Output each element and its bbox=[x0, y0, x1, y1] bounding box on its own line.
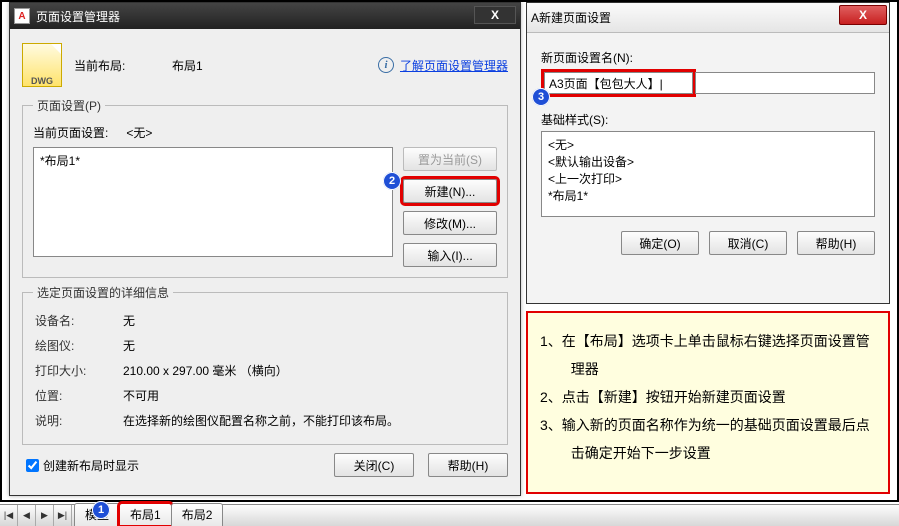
dialog-title: 新建页面设置 bbox=[539, 9, 611, 26]
page-setup-listbox[interactable]: *布局1* bbox=[33, 147, 393, 257]
desc-value: 在选择新的绘图仪配置名称之前，不能打印该布局。 bbox=[123, 409, 399, 432]
name-label: 新页面设置名(N): bbox=[541, 49, 875, 66]
close-dialog-button[interactable]: 关闭(C) bbox=[334, 453, 414, 477]
page-setup-name-input-ext[interactable] bbox=[695, 72, 875, 94]
new-button[interactable]: 新建(N)... bbox=[403, 179, 497, 203]
help-button[interactable]: 帮助(H) bbox=[797, 231, 875, 255]
desc-label: 说明: bbox=[35, 409, 121, 432]
app-icon: A bbox=[14, 8, 30, 24]
size-value: 210.00 x 297.00 毫米 （横向） bbox=[123, 359, 399, 382]
dwg-file-icon: DWG bbox=[22, 43, 62, 87]
titlebar-left: A 页面设置管理器 X bbox=[10, 3, 520, 29]
step-marker-3: 3 bbox=[532, 88, 550, 106]
close-button[interactable]: X bbox=[474, 6, 516, 24]
plotter-value: 无 bbox=[123, 334, 399, 357]
current-setup-label: 当前页面设置: bbox=[33, 124, 123, 141]
details-table: 设备名:无 绘图仪:无 打印大小:210.00 x 297.00 毫米 （横向）… bbox=[33, 307, 401, 434]
cancel-button[interactable]: 取消(C) bbox=[709, 231, 787, 255]
instruction-box: 1、在【布局】选项卡上单击鼠标右键选择页面设置管理器 2、点击【新建】按钮开始新… bbox=[526, 311, 890, 494]
base-style-listbox[interactable]: <无> <默认输出设备> <上一次打印> *布局1* bbox=[541, 131, 875, 217]
location-value: 不可用 bbox=[123, 384, 399, 407]
info-icon[interactable]: i bbox=[378, 57, 394, 73]
step-marker-1: 1 bbox=[92, 501, 110, 519]
new-page-setup-dialog: A 新建页面设置 X 新页面设置名(N): 基础样式(S): <无> <默认输出… bbox=[526, 2, 890, 304]
page-setup-name-input[interactable] bbox=[544, 72, 693, 94]
step-marker-2: 2 bbox=[383, 172, 401, 190]
page-setup-group: 页面设置(P) 当前页面设置: <无> *布局1* 置为当前(S) 新建(N).… bbox=[22, 97, 508, 278]
titlebar-right: A 新建页面设置 X bbox=[527, 3, 889, 33]
nav-first-icon[interactable]: |◀ bbox=[0, 505, 18, 526]
modify-button[interactable]: 修改(M)... bbox=[403, 211, 497, 235]
instruction-line: 2、点击【新建】按钮开始新建页面设置 bbox=[540, 383, 876, 411]
dialog-title: 页面设置管理器 bbox=[36, 8, 120, 25]
learn-more-link[interactable]: 了解页面设置管理器 bbox=[400, 57, 508, 74]
nav-next-icon[interactable]: ▶ bbox=[36, 505, 54, 526]
list-item[interactable]: <上一次打印> bbox=[548, 170, 868, 187]
device-value: 无 bbox=[123, 309, 399, 332]
nav-last-icon[interactable]: ▶| bbox=[54, 505, 72, 526]
list-item[interactable]: *布局1* bbox=[548, 187, 868, 204]
tab-layout2[interactable]: 布局2 bbox=[171, 503, 224, 526]
help-button[interactable]: 帮助(H) bbox=[428, 453, 508, 477]
list-item[interactable]: <默认输出设备> bbox=[548, 153, 868, 170]
import-button[interactable]: 输入(I)... bbox=[403, 243, 497, 267]
instruction-line: 3、输入新的页面名称作为统一的基础页面设置最后点击确定开始下一步设置 bbox=[540, 411, 876, 467]
device-label: 设备名: bbox=[35, 309, 121, 332]
details-legend: 选定页面设置的详细信息 bbox=[33, 284, 173, 301]
tab-layout1[interactable]: 布局1 bbox=[119, 503, 172, 526]
list-item[interactable]: <无> bbox=[548, 136, 868, 153]
nav-prev-icon[interactable]: ◀ bbox=[18, 505, 36, 526]
current-layout-value: 布局1 bbox=[172, 57, 203, 74]
base-style-label: 基础样式(S): bbox=[541, 111, 875, 128]
list-item[interactable]: *布局1* bbox=[40, 152, 386, 169]
location-label: 位置: bbox=[35, 384, 121, 407]
ok-button[interactable]: 确定(O) bbox=[621, 231, 699, 255]
details-group: 选定页面设置的详细信息 设备名:无 绘图仪:无 打印大小:210.00 x 29… bbox=[22, 284, 508, 445]
plotter-label: 绘图仪: bbox=[35, 334, 121, 357]
current-setup-value: <无> bbox=[126, 126, 152, 140]
set-current-button: 置为当前(S) bbox=[403, 147, 497, 171]
close-button[interactable]: X bbox=[839, 5, 887, 25]
current-layout-label: 当前布局: bbox=[74, 57, 164, 74]
app-icon: A bbox=[531, 11, 539, 25]
layout-tab-bar: |◀ ◀ ▶ ▶| 模型 布局1 布局2 bbox=[0, 504, 899, 526]
tab-nav-buttons: |◀ ◀ ▶ ▶| bbox=[0, 505, 72, 526]
show-on-new-layout-checkbox[interactable] bbox=[26, 459, 39, 472]
page-setup-legend: 页面设置(P) bbox=[33, 97, 105, 114]
size-label: 打印大小: bbox=[35, 359, 121, 382]
instruction-line: 1、在【布局】选项卡上单击鼠标右键选择页面设置管理器 bbox=[540, 327, 876, 383]
checkbox-label: 创建新布局时显示 bbox=[43, 457, 139, 474]
page-setup-manager-dialog: A 页面设置管理器 X DWG 当前布局: 布局1 i 了解页面设置管理器 页面… bbox=[9, 2, 521, 496]
